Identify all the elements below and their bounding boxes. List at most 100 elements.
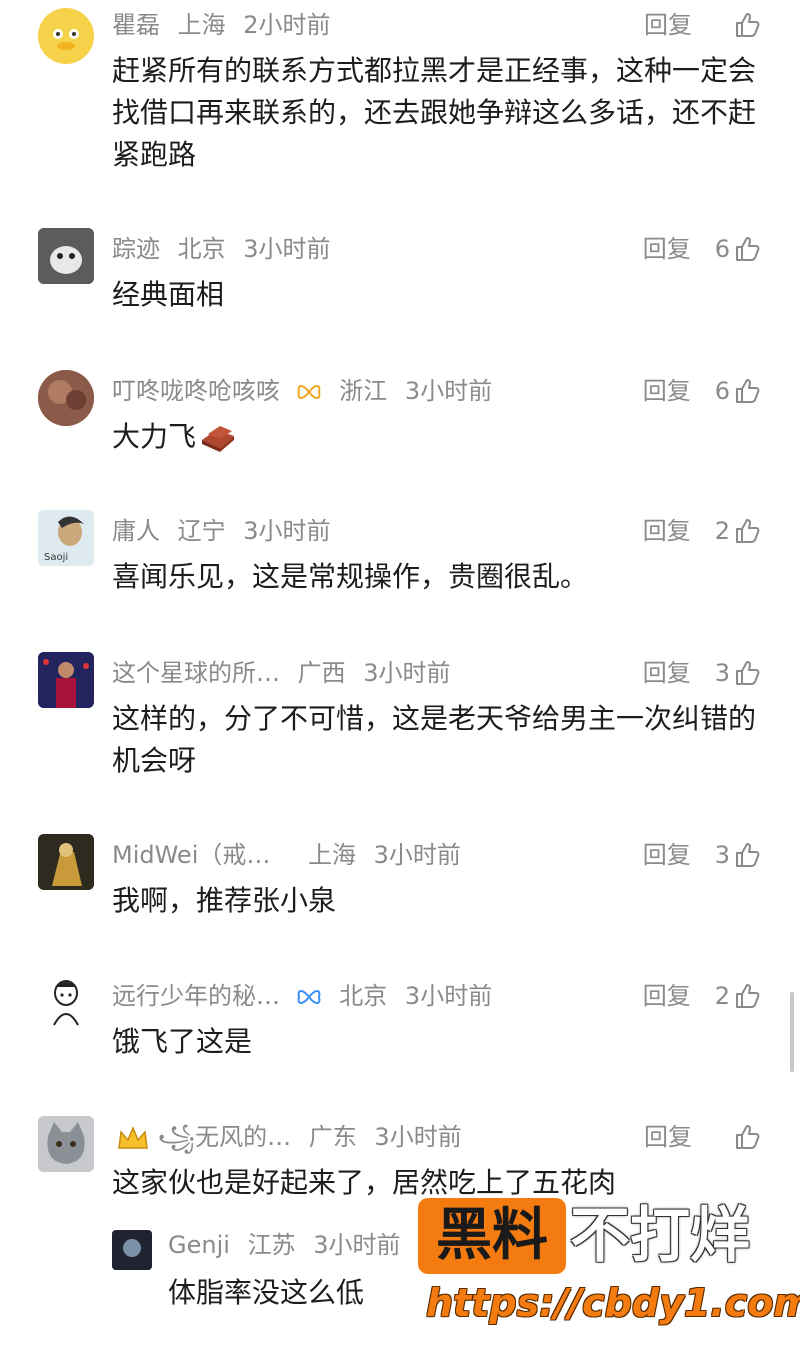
comment-actions: 回复 6 [643,232,760,266]
thumbs-up-icon[interactable] [734,518,760,544]
watermark-url: https://cbdy1.com [426,1281,800,1325]
thumbs-up-icon[interactable] [734,378,760,404]
username[interactable]: 远行少年的秘… [112,982,280,1010]
location: 北京 [177,235,226,263]
comment-meta: ꧁无风的… 广东 3小时前 [112,1120,472,1154]
comment-actions: 回复 2 [643,514,760,548]
timestamp: 3小时前 [243,517,331,545]
warrior-avatar-icon [38,834,94,890]
reply-button[interactable]: 回复 [644,8,692,42]
thumbs-up-icon[interactable] [734,1124,760,1150]
username[interactable]: 踪迹 [112,235,160,263]
cat-avatar-icon [38,1116,94,1172]
comment-text-content: 大力飞 [112,420,197,453]
thumbs-up-icon[interactable] [734,983,760,1009]
avatar[interactable]: Saoji [38,510,94,566]
avatar[interactable] [38,834,94,890]
thumbs-up-icon[interactable] [734,12,760,38]
sketch-avatar-icon: Saoji [38,510,94,566]
comment-text: 喜闻乐见，这是常规操作，贵圈很乱。 [112,560,589,593]
subreply-username[interactable]: Genji [168,1231,230,1259]
like-count: 2 [714,517,730,545]
timestamp: 3小时前 [374,1123,462,1151]
brick-emoji-icon [202,426,235,452]
comment-text: 我啊，推荐张小泉 [112,884,337,917]
avatar[interactable] [38,228,94,284]
svg-text:Saoji: Saoji [44,552,68,563]
reply-button[interactable]: 回复 [643,232,691,266]
username[interactable]: MidWei（戒… [112,841,270,869]
username[interactable]: 瞿磊 [112,11,160,39]
reply-button[interactable]: 回复 [643,514,691,548]
like-count: 6 [714,377,730,405]
avatar[interactable] [38,370,94,426]
comment-text: 这样的，分了不可惜，这是老天爷给男主一次纠错的机会呀 [112,702,757,777]
crown-badge-icon [118,1126,148,1149]
comment-item: 远行少年的秘… 北京 3小时前 回复 2 饿飞了这是 [0,975,800,1095]
username[interactable]: 叮咚咙咚呛咳咳 [112,377,280,405]
location: 上海 [308,841,357,869]
comment-meta: 叮咚咙咚呛咳咳 浙江 3小时前 [112,374,502,408]
reply-button[interactable]: 回复 [643,656,691,690]
comment-meta: 瞿磊 上海 2小时前 [112,8,341,42]
dark-avatar-icon [112,1230,152,1270]
comment-meta: 踪迹 北京 3小时前 [112,232,341,266]
comment-actions: 回复 [644,8,760,42]
location: 浙江 [339,377,388,405]
dog-avatar-icon [38,228,94,284]
comment-meta: 这个星球的所… 广西 3小时前 [112,656,461,690]
like-count: 3 [714,659,730,687]
subreply-avatar[interactable] [112,1230,152,1270]
vip-badge-blue-icon [297,990,321,1004]
subreply-text: 体脂率没这么低 [168,1276,365,1309]
like-count: 3 [714,841,730,869]
comment-item: 瞿磊 上海 2小时前 回复 赶紧所有的联系方式都拉黑才是正经事，这种一定会找借口… [0,4,800,204]
watermark-logo: 黑料 [418,1198,566,1274]
comment-item: 踪迹 北京 3小时前 回复 6 经典面相 [0,228,800,348]
comment-meta: 庸人 辽宁 3小时前 [112,514,341,548]
avatar[interactable] [38,975,94,1031]
comment-item: 叮咚咙咚呛咳咳 浙江 3小时前 回复 6 大力飞 [0,370,800,490]
comment-actions: 回复 3 [643,656,760,690]
comment-text: 赶紧所有的联系方式都拉黑才是正经事，这种一定会找借口再来联系的，还去跟她争辩这么… [112,54,757,171]
scrollbar[interactable] [790,992,794,1072]
comment-actions: 回复 6 [643,374,760,408]
location: 上海 [177,11,226,39]
athlete-avatar-icon [38,652,94,708]
like-count: 6 [714,235,730,263]
reply-button[interactable]: 回复 [643,374,691,408]
subreply-meta: Genji 江苏 3小时前 [168,1228,400,1262]
reply-button[interactable]: 回复 [644,1120,692,1154]
timestamp: 3小时前 [363,659,451,687]
comment-text: 饿飞了这是 [112,1025,253,1058]
comment-item: 这个星球的所… 广西 3小时前 回复 3 这样的，分了不可惜，这是老天爷给男主一… [0,652,800,822]
username[interactable]: 庸人 [112,517,160,545]
timestamp: 3小时前 [243,235,331,263]
avatar[interactable] [38,8,94,64]
vip-badge-icon [297,385,321,399]
timestamp: 3小时前 [404,377,493,405]
comment-actions: 回复 3 [643,838,760,872]
thumbs-up-icon[interactable] [734,236,760,262]
thumbs-up-icon[interactable] [734,842,760,868]
comment-meta: 远行少年的秘… 北京 3小时前 [112,979,502,1013]
username[interactable]: ꧁无风的… [158,1123,292,1151]
thumbs-up-icon[interactable] [734,660,760,686]
location: 北京 [339,982,388,1010]
duck-avatar-icon [44,16,88,60]
location: 广东 [308,1123,357,1151]
reply-button[interactable]: 回复 [643,979,691,1013]
subreply-location: 江苏 [247,1231,296,1259]
comment-text: 大力飞 [112,416,762,458]
comment-text: 经典面相 [112,278,225,311]
tree-avatar-icon [38,370,94,426]
reply-button[interactable]: 回复 [643,838,691,872]
location: 广西 [297,659,346,687]
avatar[interactable] [38,1116,94,1172]
timestamp: 2小时前 [243,11,331,39]
watermark-text: 不打烊 [570,1201,750,1271]
avatar[interactable] [38,652,94,708]
like-count: 2 [714,982,730,1010]
location: 辽宁 [177,517,226,545]
username[interactable]: 这个星球的所… [112,659,280,687]
